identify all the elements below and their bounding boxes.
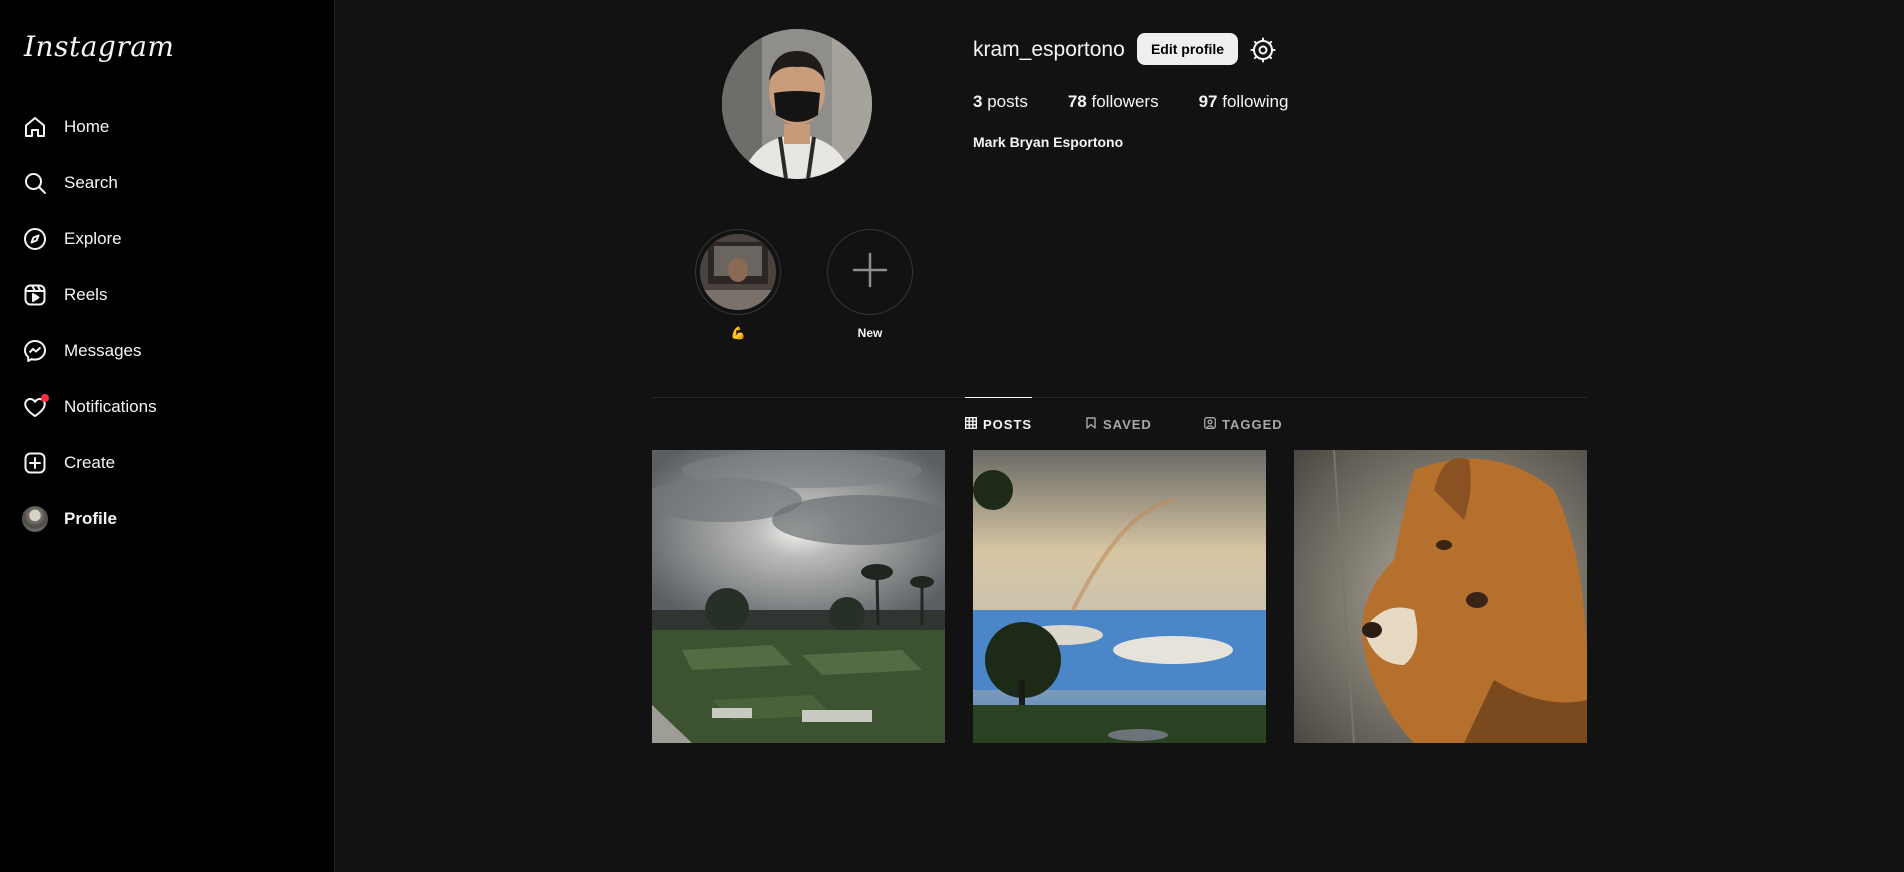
highlight-label: New bbox=[857, 326, 883, 340]
sidebar: Instagram Home Search Explore Reels Mess… bbox=[0, 0, 335, 872]
tab-label: POSTS bbox=[983, 416, 1033, 432]
heart-icon bbox=[22, 394, 49, 420]
sidebar-item-label: Messages bbox=[64, 341, 142, 360]
sidebar-item-label: Reels bbox=[64, 285, 108, 304]
profile-full-name: Mark Bryan Esportono bbox=[973, 134, 1124, 150]
post-thumbnail[interactable] bbox=[652, 450, 945, 743]
sidebar-item-label: Profile bbox=[64, 509, 117, 528]
instagram-logo[interactable]: Instagram bbox=[24, 30, 174, 63]
profile-username: kram_esportono bbox=[973, 38, 1125, 61]
highlight-label: 💪 bbox=[730, 326, 746, 340]
following-link[interactable]: 97 following bbox=[1199, 92, 1289, 112]
messenger-icon bbox=[22, 338, 48, 364]
reels-icon bbox=[22, 282, 48, 308]
tab-tagged[interactable]: TAGGED bbox=[1204, 398, 1283, 450]
grid-icon bbox=[964, 416, 983, 432]
tagged-icon bbox=[1204, 416, 1222, 432]
posts-count-label: posts bbox=[987, 92, 1028, 111]
avatar bbox=[22, 506, 48, 532]
posts-count-value: 3 bbox=[973, 92, 983, 111]
bookmark-icon bbox=[1085, 416, 1103, 432]
edit-profile-button[interactable]: Edit profile bbox=[1137, 33, 1238, 65]
sidebar-item-label: Explore bbox=[64, 229, 122, 248]
sidebar-item-label: Notifications bbox=[64, 397, 157, 416]
tab-label: TAGGED bbox=[1222, 416, 1283, 432]
followers-label: followers bbox=[1091, 92, 1159, 111]
tab-posts[interactable]: POSTS bbox=[964, 397, 1033, 450]
highlight-cover bbox=[700, 234, 776, 310]
search-icon bbox=[22, 170, 48, 196]
sidebar-item-create[interactable]: Create bbox=[22, 443, 312, 483]
highlight-ring bbox=[827, 229, 913, 315]
sidebar-item-reels[interactable]: Reels bbox=[22, 275, 312, 315]
following-count-value: 97 bbox=[1198, 92, 1218, 111]
sidebar-item-icon bbox=[22, 506, 48, 532]
sidebar-item-label: Search bbox=[64, 173, 118, 192]
post-thumbnail[interactable] bbox=[1294, 450, 1587, 743]
tab-label: SAVED bbox=[1103, 416, 1152, 432]
compass-icon bbox=[22, 226, 48, 252]
sidebar-item-profile[interactable]: Profile bbox=[22, 499, 312, 539]
plus-icon bbox=[850, 250, 890, 295]
plus-square-icon bbox=[22, 450, 48, 476]
followers-count-value: 78 bbox=[1067, 92, 1087, 111]
new-highlight-button[interactable]: New bbox=[827, 229, 913, 340]
post-thumbnail[interactable] bbox=[973, 450, 1266, 743]
highlight-ring bbox=[695, 229, 781, 315]
profile-stats: 3 posts 78 followers 97 following bbox=[973, 92, 1328, 112]
home-icon bbox=[22, 114, 48, 140]
sidebar-item-label: Create bbox=[64, 453, 116, 472]
sidebar-item-home[interactable]: Home bbox=[22, 107, 312, 147]
gear-icon[interactable] bbox=[1250, 37, 1276, 63]
story-highlight[interactable]: 💪 bbox=[695, 229, 781, 340]
sidebar-item-explore[interactable]: Explore bbox=[22, 219, 312, 259]
sidebar-item-notifications[interactable]: Notifications bbox=[22, 387, 312, 427]
sidebar-item-search[interactable]: Search bbox=[22, 163, 312, 203]
following-label: following bbox=[1222, 92, 1289, 111]
tab-saved[interactable]: SAVED bbox=[1085, 398, 1152, 450]
profile-avatar[interactable] bbox=[722, 29, 872, 179]
notification-badge bbox=[41, 394, 49, 402]
posts-count: 3 posts bbox=[973, 92, 1028, 112]
sidebar-item-label: Home bbox=[64, 117, 110, 136]
followers-link[interactable]: 78 followers bbox=[1068, 92, 1159, 112]
sidebar-item-messages[interactable]: Messages bbox=[22, 331, 312, 371]
